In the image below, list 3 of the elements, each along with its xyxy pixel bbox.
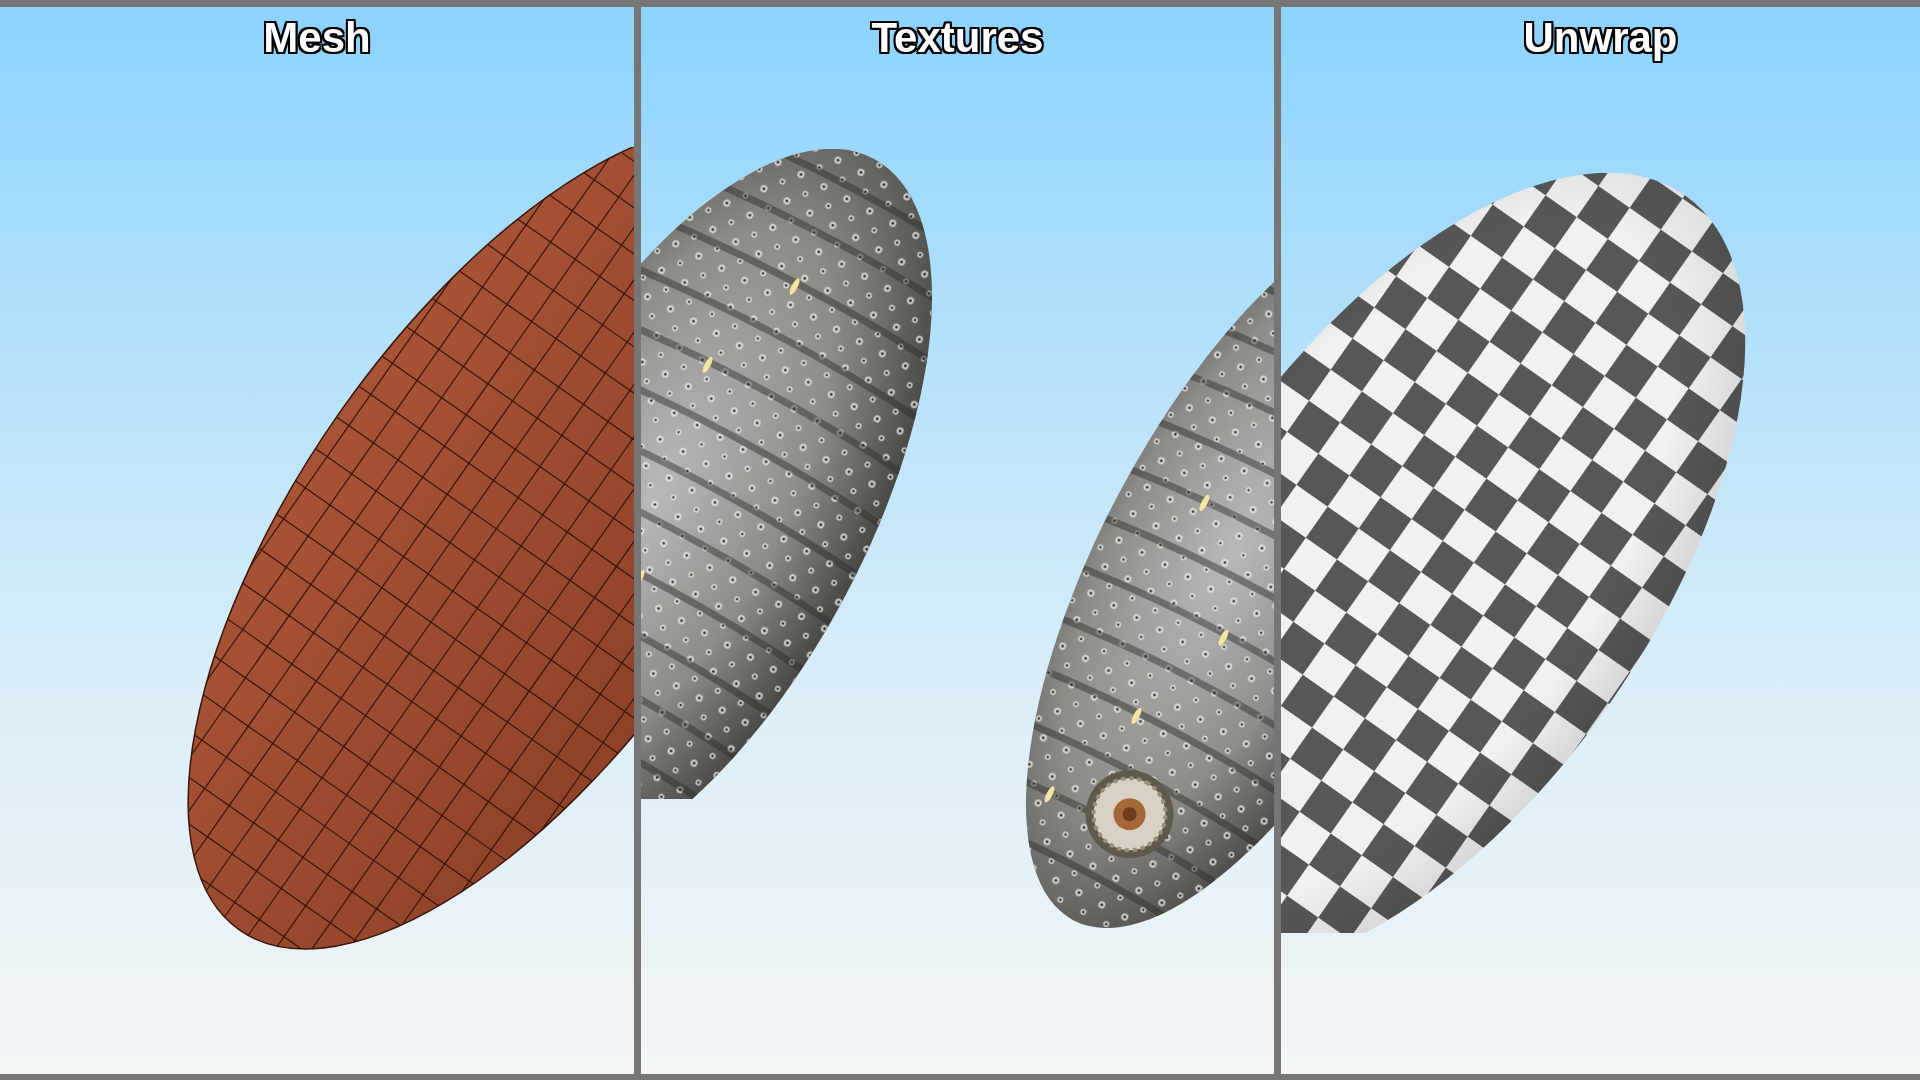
panel-title: Unwrap [1523, 15, 1678, 62]
panel-title: Mesh [263, 15, 371, 62]
panel-title: Textures [871, 15, 1044, 62]
